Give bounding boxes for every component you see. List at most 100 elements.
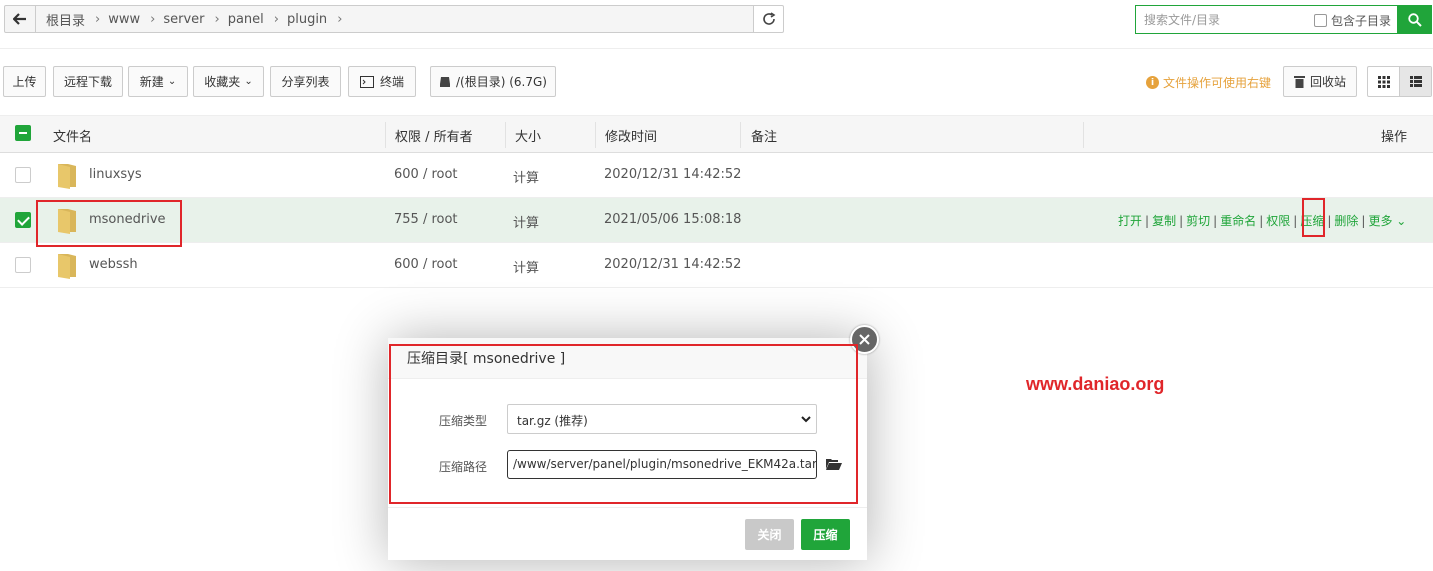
folder-icon — [58, 254, 76, 279]
column-divider — [1083, 122, 1084, 148]
arrow-left-icon — [13, 13, 26, 25]
row-checkbox[interactable] — [15, 167, 31, 183]
file-perm[interactable]: 600 / root — [394, 167, 458, 182]
trash-icon — [1293, 76, 1305, 88]
chevron-right-icon: › — [337, 11, 343, 27]
table-row[interactable]: msonedrive 755 / root 计算 2021/05/06 15:0… — [0, 198, 1433, 243]
share-list-label: 分享列表 — [281, 75, 330, 89]
divider — [388, 507, 867, 508]
breadcrumb[interactable]: 根目录 › www › server › panel › plugin › — [35, 5, 754, 33]
chevron-right-icon: › — [214, 11, 220, 27]
row-checkbox[interactable] — [15, 212, 31, 228]
compress-path-input[interactable]: /www/server/panel/plugin/msonedrive_EKM4… — [507, 450, 817, 479]
chevron-down-icon: ⌄ — [167, 76, 177, 87]
header-size[interactable]: 大小 — [515, 126, 541, 145]
close-button[interactable]: 关闭 — [745, 519, 794, 550]
compress-button[interactable]: 压缩 — [801, 519, 850, 550]
share-list-button[interactable]: 分享列表 — [270, 66, 341, 97]
disk-label: /(根目录) (6.7G) — [456, 75, 547, 89]
refresh-icon — [762, 12, 775, 25]
file-name[interactable]: msonedrive — [89, 212, 166, 227]
dialog-close-button[interactable] — [850, 325, 879, 354]
compress-type-select[interactable]: tar.gz (推荐) — [507, 404, 817, 434]
folder-icon — [58, 164, 76, 189]
action-copy[interactable]: 复制 — [1152, 214, 1176, 228]
remote-download-label: 远程下载 — [63, 75, 112, 89]
action-permission[interactable]: 权限 — [1266, 214, 1290, 228]
close-icon — [859, 334, 870, 345]
file-mtime: 2020/12/31 14:42:52 — [604, 167, 742, 182]
folder-open-icon[interactable] — [826, 458, 842, 470]
refresh-button[interactable] — [753, 5, 784, 33]
file-perm[interactable]: 755 / root — [394, 212, 458, 227]
column-divider — [505, 122, 506, 148]
include-subdir-toggle[interactable]: 包含子目录 — [1313, 12, 1391, 29]
action-rename[interactable]: 重命名 — [1220, 214, 1256, 228]
header-ops: 操作 — [1381, 130, 1408, 145]
compress-path-value: /www/server/panel/plugin/msonedrive_EKM4… — [513, 457, 817, 471]
action-cut[interactable]: 剪切 — [1186, 214, 1210, 228]
search-button[interactable] — [1397, 5, 1432, 34]
upload-button[interactable]: 上传 — [3, 66, 46, 97]
path-bar: 根目录 › www › server › panel › plugin › 搜索文件/目录… — [0, 0, 1433, 48]
disk-button[interactable]: /(根目录) (6.7G) — [430, 66, 556, 97]
file-name[interactable]: webssh — [89, 257, 138, 272]
header-mtime[interactable]: 修改时间 — [605, 126, 657, 145]
tip-label: 文件操作可使用右键 — [1163, 76, 1272, 90]
calc-size-link[interactable]: 计算 — [513, 167, 539, 186]
upload-label: 上传 — [12, 75, 37, 89]
compress-path-label: 压缩路径 — [439, 460, 488, 474]
file-name[interactable]: linuxsys — [89, 167, 142, 182]
search-icon — [1407, 12, 1422, 27]
table-row[interactable]: linuxsys 600 / root 计算 2020/12/31 14:42:… — [0, 153, 1433, 198]
file-mtime: 2020/12/31 14:42:52 — [604, 257, 742, 272]
header-name[interactable]: 文件名 — [53, 126, 92, 145]
search-input[interactable]: 搜索文件/目录 包含子目录 — [1135, 5, 1397, 34]
breadcrumb-item-server[interactable]: server — [163, 12, 204, 27]
chevron-down-icon — [801, 416, 811, 423]
action-more[interactable]: 更多 — [1368, 214, 1392, 228]
action-open[interactable]: 打开 — [1118, 214, 1142, 228]
watermark: www.daniao.org — [1026, 374, 1165, 394]
new-dropdown[interactable]: 新建 ⌄ — [128, 66, 188, 97]
header-note: 备注 — [751, 130, 778, 145]
chevron-down-icon: ⌄ — [244, 76, 253, 87]
back-button[interactable] — [4, 5, 36, 33]
calc-size-link[interactable]: 计算 — [513, 212, 539, 231]
terminal-icon — [359, 75, 374, 88]
grid-view-button[interactable] — [1368, 67, 1399, 96]
breadcrumb-item-plugin[interactable]: plugin — [287, 12, 327, 27]
header-perm[interactable]: 权限 / 所有者 — [395, 126, 473, 145]
file-perm[interactable]: 600 / root — [394, 257, 458, 272]
dialog-title: 压缩目录[ msonedrive ] — [388, 338, 867, 379]
column-divider — [740, 122, 741, 148]
breadcrumb-item-root[interactable]: 根目录 — [46, 10, 85, 29]
chevron-right-icon: › — [95, 11, 101, 27]
new-label: 新建 — [139, 75, 164, 89]
recycle-label: 回收站 — [1309, 75, 1346, 89]
breadcrumb-item-panel[interactable]: panel — [228, 12, 264, 27]
list-view-button[interactable] — [1399, 67, 1431, 96]
breadcrumb-item-www[interactable]: www — [108, 12, 140, 27]
compress-dialog: 压缩目录[ msonedrive ] — [388, 338, 867, 560]
select-all-checkbox[interactable] — [15, 125, 31, 141]
column-divider — [595, 122, 596, 148]
action-delete[interactable]: 删除 — [1334, 214, 1358, 228]
action-compress[interactable]: 压缩 — [1300, 214, 1324, 228]
favorites-dropdown[interactable]: 收藏夹 ⌄ — [193, 66, 264, 97]
table-row[interactable]: webssh 600 / root 计算 2020/12/31 14:42:52 — [0, 243, 1433, 288]
compress-type-value: tar.gz (推荐) — [517, 414, 588, 428]
search-placeholder: 搜索文件/目录 — [1144, 13, 1221, 27]
chevron-right-icon: › — [273, 11, 279, 27]
recycle-bin-button[interactable]: 回收站 — [1283, 66, 1357, 97]
tip-text: i 文件操作可使用右键 — [1146, 74, 1271, 91]
file-mtime: 2021/05/06 15:08:18 — [604, 212, 742, 227]
calc-size-link[interactable]: 计算 — [513, 257, 539, 276]
row-checkbox[interactable] — [15, 257, 31, 273]
terminal-label: 终端 — [379, 75, 404, 89]
include-subdir-checkbox[interactable] — [1313, 14, 1327, 27]
chevron-right-icon: › — [150, 11, 156, 27]
compress-type-label: 压缩类型 — [439, 414, 488, 428]
terminal-button[interactable]: 终端 — [348, 66, 416, 97]
remote-download-button[interactable]: 远程下载 — [53, 66, 123, 97]
